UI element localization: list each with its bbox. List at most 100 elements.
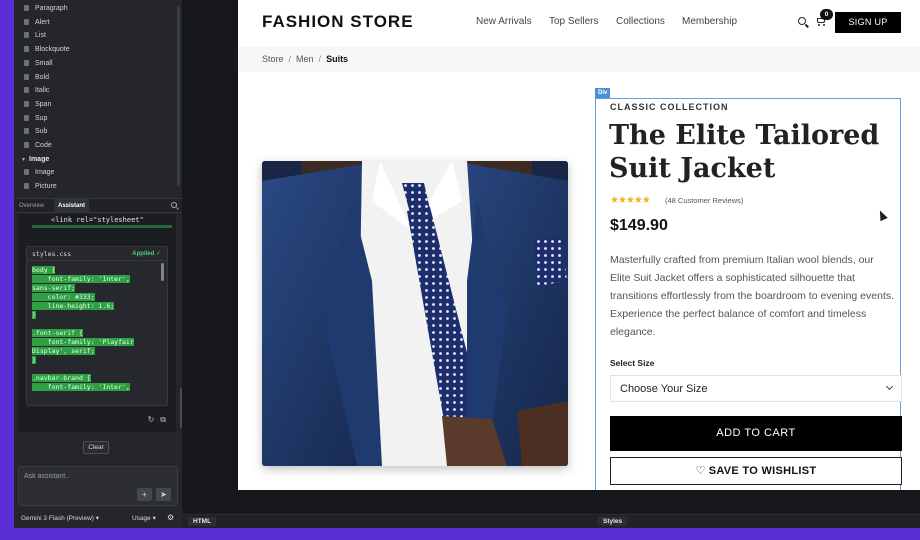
css-code: body { font-family: 'Inter', sans-serif; … — [32, 266, 158, 392]
chevron-down-icon — [885, 382, 894, 391]
usage-dropdown[interactable]: Usage ▾ — [132, 514, 156, 522]
clear-button[interactable]: Clear — [83, 441, 109, 454]
code-text: line-height: 1.6; — [32, 302, 115, 310]
block-icon — [24, 100, 29, 107]
block-item[interactable]: Italic — [24, 84, 49, 97]
size-select[interactable]: Choose Your Size — [610, 375, 902, 402]
tab-html[interactable]: HTML — [188, 517, 217, 526]
nav-top-sellers[interactable]: Top Sellers — [549, 16, 598, 27]
code-text: sans-serif; — [32, 284, 76, 292]
tab-overview[interactable]: Overview — [19, 199, 44, 213]
undo-icon[interactable]: ↻ — [148, 415, 155, 424]
nav-new-arrivals[interactable]: New Arrivals — [476, 16, 532, 27]
site-preview: FASHION STORE New Arrivals Top Sellers C… — [238, 0, 920, 490]
block-label: Italic — [35, 87, 50, 95]
chevron-down-icon: ▾ — [22, 156, 26, 163]
rating-stars: ★★★★★ — [610, 195, 651, 206]
block-item[interactable]: Alert — [24, 16, 49, 29]
add-icon[interactable]: + — [137, 488, 152, 501]
code-scrollbar[interactable] — [161, 263, 164, 281]
block-item[interactable]: Bold — [24, 71, 49, 84]
block-label: Image — [35, 169, 55, 177]
nav-collections[interactable]: Collections — [616, 16, 665, 27]
block-item[interactable]: Picture — [24, 180, 57, 193]
wishlist-label: SAVE TO WISHLIST — [708, 465, 817, 477]
block-label: Code — [35, 142, 52, 149]
block-item[interactable]: Sup — [24, 112, 47, 125]
block-icon — [24, 183, 29, 190]
send-icon[interactable]: ➤ — [156, 488, 171, 501]
breadcrumb-store[interactable]: Store — [262, 54, 284, 64]
code-actions: ↻ ⧉ — [142, 415, 166, 425]
block-icon — [24, 87, 29, 94]
block-group[interactable]: ▾ Image — [22, 153, 49, 166]
model-selector[interactable]: Gemini 3 Flash (Preview) ▾ — [21, 514, 99, 522]
code-text: } — [32, 356, 36, 364]
div-badge: Div — [595, 88, 611, 98]
block-label: Picture — [35, 183, 57, 191]
css-file-name: styles.css — [32, 250, 72, 258]
block-icon — [24, 46, 29, 53]
block-icon — [24, 169, 29, 176]
block-item[interactable]: Blockquote — [24, 43, 70, 56]
tab-styles[interactable]: Styles — [598, 517, 628, 526]
product-title: The Elite Tailored Suit Jacket — [609, 120, 880, 184]
heart-icon: ♡ — [695, 465, 706, 477]
code-text: color: #333; — [32, 293, 95, 301]
block-item[interactable]: Sub — [24, 125, 47, 138]
wishlist-button[interactable]: ♡ SAVE TO WISHLIST — [610, 457, 902, 485]
applied-status: Applied ✓ — [132, 251, 161, 257]
block-item[interactable]: Span — [24, 98, 51, 111]
code-line: } — [32, 311, 158, 320]
product-price: $149.90 — [610, 217, 668, 234]
block-icon — [24, 32, 29, 39]
breadcrumb-men[interactable]: Men — [296, 54, 314, 64]
brand-logo[interactable]: FASHION STORE — [262, 12, 414, 32]
code-line: .navbar-brand { — [32, 374, 158, 383]
ask-input[interactable] — [24, 470, 164, 482]
signup-button[interactable]: SIGN UP — [835, 12, 901, 33]
block-item[interactable]: Image — [24, 166, 54, 179]
block-icon — [24, 128, 29, 135]
code-text: body { — [32, 266, 56, 274]
tab-assistant[interactable]: Assistant — [54, 199, 90, 213]
blocks-scrollbar[interactable] — [177, 6, 180, 186]
css-file-card: styles.css Applied ✓ body { font-family:… — [26, 246, 168, 406]
code-line: sans-serif; — [32, 284, 158, 293]
code-line: font-family: 'Inter', — [32, 383, 158, 392]
code-text: font-family: 'Playfair — [32, 338, 134, 346]
breadcrumb: Store / Men / Suits — [262, 54, 349, 64]
search-icon[interactable] — [798, 17, 806, 25]
product-description: Masterfully crafted from premium Italian… — [610, 254, 895, 338]
block-item[interactable]: Small — [24, 57, 53, 70]
block-item[interactable]: Paragraph — [24, 2, 68, 15]
breadcrumb-bar: Store / Men / Suits — [238, 47, 920, 72]
product-image — [262, 161, 568, 466]
block-label: List — [35, 32, 46, 40]
review-count[interactable]: (48 Customer Reviews) — [665, 196, 743, 205]
block-icon — [24, 59, 29, 66]
block-icon — [24, 18, 29, 25]
block-label: Span — [35, 100, 52, 108]
size-select-value: Choose Your Size — [620, 383, 708, 395]
product-info[interactable]: CLASSIC COLLECTION The Elite Tailored Su… — [595, 98, 902, 490]
block-item[interactable]: List — [24, 29, 46, 42]
copy-icon[interactable]: ⧉ — [160, 415, 166, 424]
block-label: Sup — [35, 114, 48, 122]
assistant-input-box: + ➤ — [18, 466, 178, 506]
code-line: font-family: 'Playfair — [32, 338, 158, 347]
block-icon — [24, 5, 29, 11]
nav-membership[interactable]: Membership — [682, 16, 737, 27]
code-line: Display', serif; — [32, 347, 158, 356]
gear-icon[interactable]: ⚙ — [167, 513, 174, 522]
block-icon — [24, 142, 29, 148]
block-label: Small — [35, 59, 53, 67]
block-label: Alert — [35, 18, 50, 26]
search-icon[interactable] — [171, 202, 177, 208]
code-text: } — [32, 311, 36, 319]
add-to-cart-button[interactable]: ADD TO CART — [610, 416, 902, 451]
editor-sidebar: Paragraph Alert List Blockquote Small Bold Ita… — [14, 0, 182, 528]
block-item[interactable]: Code — [24, 139, 52, 152]
